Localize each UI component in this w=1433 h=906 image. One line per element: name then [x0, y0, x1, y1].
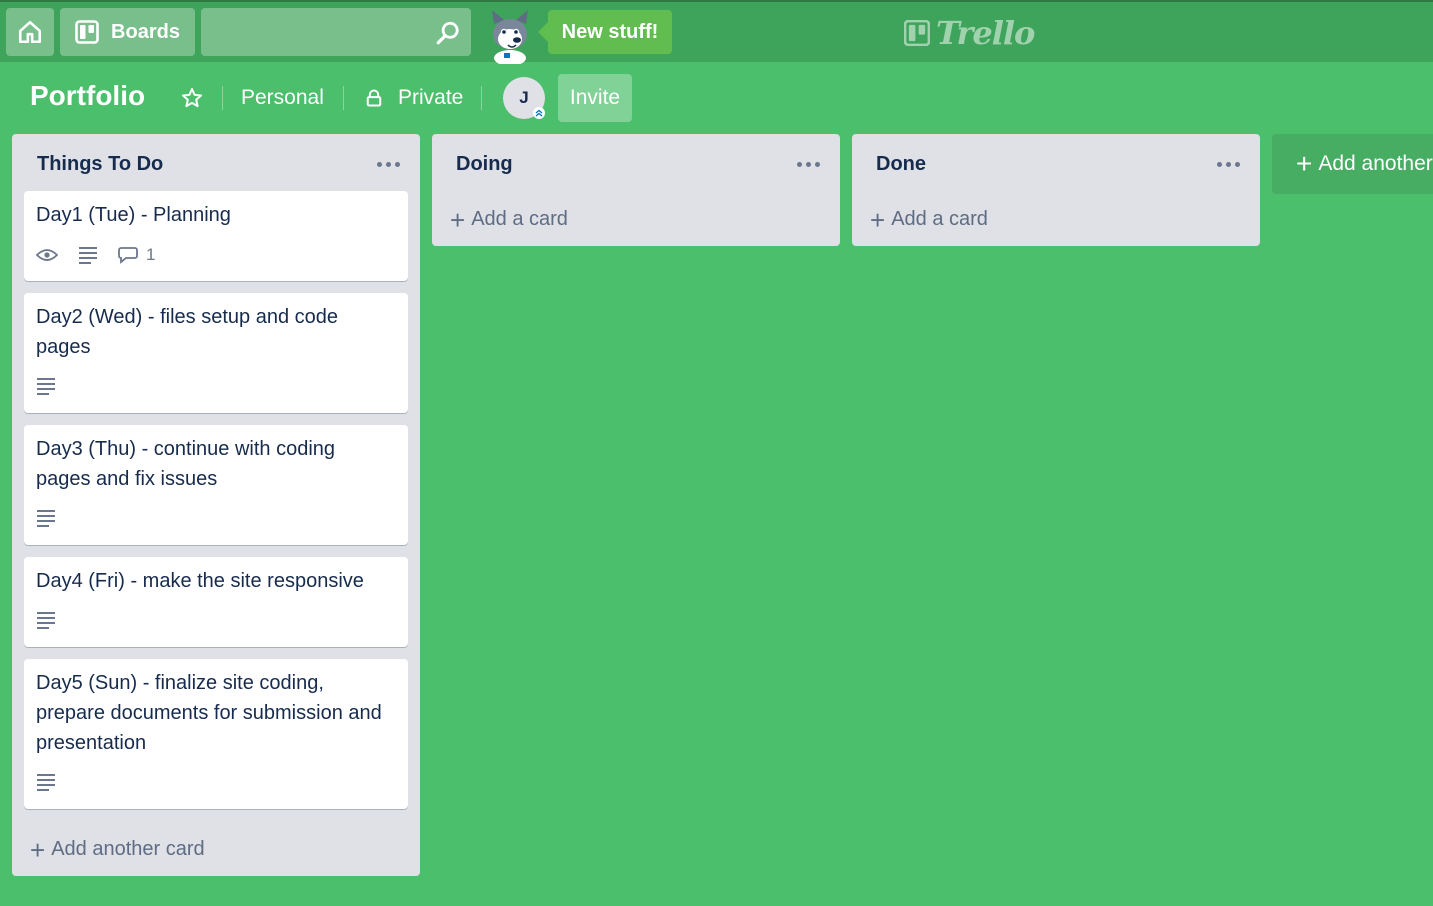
description-icon: [37, 510, 55, 527]
add-card-button[interactable]: + Add a card: [450, 204, 568, 235]
divider: [222, 86, 223, 110]
list-title[interactable]: Done: [876, 153, 926, 176]
add-card-label: Add a card: [891, 208, 988, 230]
trello-logo[interactable]: Trello: [904, 14, 1035, 52]
home-button[interactable]: [6, 8, 54, 56]
search-input[interactable]: [201, 8, 471, 56]
card-title: Day3 (Thu) - continue with coding pages …: [36, 438, 336, 490]
list-doing: Doing + Add a card: [432, 134, 840, 246]
eye-icon: [36, 249, 58, 261]
card-title: Day2 (Wed) - files setup and code pages: [36, 306, 339, 358]
plus-icon: +: [870, 204, 886, 235]
plus-icon: +: [450, 204, 466, 235]
plus-icon: +: [1296, 148, 1313, 179]
card-badges: [36, 377, 56, 395]
visibility-button[interactable]: Private: [364, 86, 463, 110]
card[interactable]: Day5 (Sun) - finalize site coding, prepa…: [24, 659, 408, 809]
boards-label: Boards: [111, 20, 180, 43]
card[interactable]: Day4 (Fri) - make the site responsive: [24, 557, 408, 647]
lock-icon: [366, 89, 382, 107]
description-icon: [37, 774, 55, 791]
description-icon: [37, 612, 55, 629]
description-icon: [79, 247, 97, 264]
card-badges: [36, 773, 56, 791]
card[interactable]: Day3 (Thu) - continue with coding pages …: [24, 425, 408, 545]
card-badges: 1: [36, 245, 155, 265]
add-card-label: Add another card: [51, 838, 205, 860]
divider: [481, 86, 482, 110]
card-title: Day1 (Tue) - Planning: [36, 204, 231, 226]
plus-icon: +: [30, 834, 46, 865]
boards-button[interactable]: Boards: [60, 8, 195, 56]
add-list-label: Add another list: [1318, 152, 1433, 175]
visibility-label: Private: [398, 86, 464, 109]
search-box[interactable]: [201, 8, 471, 56]
list-menu-button[interactable]: [797, 162, 820, 167]
trello-logo-icon: [904, 20, 930, 46]
team-button[interactable]: Personal: [241, 86, 324, 110]
search-icon[interactable]: [435, 20, 461, 46]
card-badges: [36, 509, 56, 527]
comment-icon: [118, 247, 138, 264]
boards-icon: [75, 20, 99, 44]
add-card-button[interactable]: + Add another card: [30, 834, 205, 865]
top-header: Boards New stuff! Trello: [0, 0, 1433, 64]
avatar-initial: J: [519, 88, 529, 107]
card[interactable]: Day2 (Wed) - files setup and code pages: [24, 293, 408, 413]
invite-button[interactable]: Invite: [558, 74, 632, 122]
add-card-label: Add a card: [471, 208, 568, 230]
husky-mascot-icon[interactable]: [482, 8, 538, 64]
card-title: Day4 (Fri) - make the site responsive: [36, 570, 364, 592]
comment-count: 1: [146, 245, 156, 264]
list-done: Done + Add a card: [852, 134, 1260, 246]
comment-badge: 1: [118, 245, 155, 265]
card[interactable]: Day1 (Tue) - Planning 1: [24, 191, 408, 281]
add-list-button[interactable]: + Add another list: [1272, 134, 1433, 194]
divider: [343, 86, 344, 110]
list-menu-button[interactable]: [377, 162, 400, 167]
avatar[interactable]: J: [503, 77, 545, 119]
home-icon: [18, 20, 42, 44]
board-title[interactable]: Portfolio: [30, 80, 145, 112]
admin-chevron-icon: [533, 107, 545, 119]
description-icon: [37, 378, 55, 395]
new-stuff-badge[interactable]: New stuff!: [538, 10, 672, 54]
star-icon[interactable]: [180, 86, 204, 110]
list-title[interactable]: Doing: [456, 153, 513, 176]
list-things-to-do: Things To Do Day1 (Tue) - Planning 1 Day…: [12, 134, 420, 876]
trello-logo-text: Trello: [936, 14, 1035, 52]
list-menu-button[interactable]: [1217, 162, 1240, 167]
card-badges: [36, 611, 56, 629]
card-title: Day5 (Sun) - finalize site coding, prepa…: [36, 672, 382, 754]
list-title[interactable]: Things To Do: [37, 153, 163, 176]
add-card-button[interactable]: + Add a card: [870, 204, 988, 235]
